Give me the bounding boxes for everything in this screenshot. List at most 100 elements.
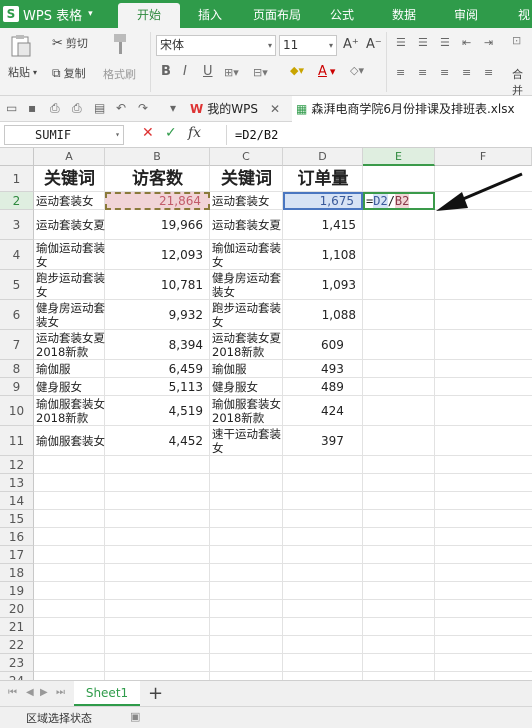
worksheet-grid[interactable]: A B C D E F 1 2 3 4 5 6 7 8 9 10 11 12 13 14 15 16 17 18 19 20 21 2…: [0, 148, 532, 680]
formula-input[interactable]: =D2/B2: [226, 125, 278, 145]
font-color-icon[interactable]: A ▾: [318, 64, 335, 79]
font-size-select[interactable]: 11 ▾: [279, 35, 337, 56]
row-header-24[interactable]: 24: [0, 672, 34, 680]
row-header-21[interactable]: 21: [0, 618, 34, 636]
wps-app-menu[interactable]: S WPS 表格 ▾: [3, 3, 115, 25]
tab-formulas[interactable]: 公式: [320, 0, 364, 28]
table-cell[interactable]: 9,932: [105, 300, 210, 330]
table-cell[interactable]: 8,394: [105, 330, 210, 360]
row-header-9[interactable]: 9: [0, 378, 34, 396]
table-cell[interactable]: 运动套装女: [34, 192, 105, 210]
paste-icon[interactable]: [8, 34, 38, 58]
align-bottom-icon[interactable]: ☰: [440, 36, 450, 49]
table-cell[interactable]: 1,093: [283, 270, 363, 300]
more-icon[interactable]: ▾: [170, 101, 176, 115]
undo-icon[interactable]: ↶: [116, 101, 126, 115]
align-top-icon[interactable]: ☰: [396, 36, 406, 49]
column-header-b[interactable]: B: [105, 148, 210, 166]
open-folder-icon[interactable]: ▭: [6, 101, 17, 115]
font-name-select[interactable]: 宋体 ▾: [156, 35, 276, 56]
table-cell[interactable]: 12,093: [105, 240, 210, 270]
row-header-1[interactable]: 1: [0, 166, 34, 192]
indent-icon[interactable]: ⇤: [462, 36, 471, 49]
column-header-a[interactable]: A: [34, 148, 105, 166]
table-cell[interactable]: 运动套装女夏: [34, 210, 105, 240]
row-header-2[interactable]: 2: [0, 192, 34, 210]
format-painter-button[interactable]: 格式刷: [103, 66, 136, 82]
italic-button[interactable]: I: [183, 64, 187, 79]
table-cell[interactable]: 6,459: [105, 360, 210, 378]
copy-button[interactable]: ⧉ 复制: [52, 65, 86, 81]
paste-button[interactable]: 粘贴 ▾: [8, 64, 37, 80]
row-header-6[interactable]: 6: [0, 300, 34, 330]
table-cell[interactable]: 4,519: [105, 396, 210, 426]
fill-color-icon[interactable]: ◆▾: [290, 64, 304, 77]
borders-icon[interactable]: ⊞▾: [224, 66, 239, 79]
column-header-f[interactable]: F: [435, 148, 532, 166]
table-cell[interactable]: 运动套装女夏2018新款: [34, 330, 105, 360]
add-sheet-icon[interactable]: +: [148, 683, 163, 704]
tab-document[interactable]: ▦ 森湃电商学院6月份排课及排班表.xlsx: [292, 96, 532, 122]
row-header-17[interactable]: 17: [0, 546, 34, 564]
table-cell[interactable]: 489: [283, 378, 363, 396]
table-header-cell[interactable]: 关键词: [34, 166, 105, 192]
macro-icon[interactable]: ▣: [130, 710, 140, 723]
format-painter-icon[interactable]: [108, 32, 132, 56]
table-cell[interactable]: 瑜伽服: [210, 360, 283, 378]
column-header-c[interactable]: C: [210, 148, 283, 166]
tab-review[interactable]: 审阅: [444, 0, 488, 28]
table-header-cell[interactable]: 关键词: [210, 166, 283, 192]
table-cell[interactable]: 10,781: [105, 270, 210, 300]
underline-button[interactable]: U: [203, 64, 213, 79]
align-left-icon[interactable]: ≡: [396, 66, 405, 79]
cancel-icon[interactable]: ✕: [142, 125, 154, 141]
table-cell[interactable]: 瑜伽服: [34, 360, 105, 378]
first-sheet-icon[interactable]: ⏮: [8, 687, 17, 698]
row-header-14[interactable]: 14: [0, 492, 34, 510]
table-cell[interactable]: 瑜伽运动套装女: [210, 240, 283, 270]
align-middle-icon[interactable]: ☰: [418, 36, 428, 49]
close-icon[interactable]: ✕: [270, 96, 280, 122]
row-header-5[interactable]: 5: [0, 270, 34, 300]
align-right-icon[interactable]: ≡: [440, 66, 449, 79]
table-cell[interactable]: 5,113: [105, 378, 210, 396]
justify-icon[interactable]: ≡: [462, 66, 471, 79]
merge-icon[interactable]: ⊡: [512, 34, 521, 47]
clear-format-icon[interactable]: ◇▾: [350, 64, 364, 77]
table-cell[interactable]: 1,108: [283, 240, 363, 270]
table-cell[interactable]: 19,966: [105, 210, 210, 240]
table-cell[interactable]: 跑步运动套装女: [34, 270, 105, 300]
row-header-12[interactable]: 12: [0, 456, 34, 474]
table-cell[interactable]: 健身服女: [34, 378, 105, 396]
row-header-7[interactable]: 7: [0, 330, 34, 360]
bold-button[interactable]: B: [161, 64, 171, 79]
outdent-icon[interactable]: ⇥: [484, 36, 493, 49]
column-header-d[interactable]: D: [283, 148, 363, 166]
row-header-15[interactable]: 15: [0, 510, 34, 528]
distribute-icon[interactable]: ≡: [484, 66, 493, 79]
strike-borders-icon[interactable]: ⊟▾: [253, 66, 268, 79]
table-cell[interactable]: 瑜伽运动套装女: [34, 240, 105, 270]
row-header-10[interactable]: 10: [0, 396, 34, 426]
table-cell[interactable]: 609: [283, 330, 363, 360]
table-cell[interactable]: 健身服女: [210, 378, 283, 396]
table-cell[interactable]: 21,864: [105, 192, 210, 210]
row-header-22[interactable]: 22: [0, 636, 34, 654]
table-cell[interactable]: 运动套装女: [210, 192, 283, 210]
table-cell[interactable]: 397: [283, 426, 363, 456]
table-header-cell[interactable]: 访客数: [105, 166, 210, 192]
table-cell[interactable]: 瑜伽服套装女2018新款: [34, 396, 105, 426]
row-header-23[interactable]: 23: [0, 654, 34, 672]
row-header-13[interactable]: 13: [0, 474, 34, 492]
insert-function-icon[interactable]: fx: [188, 125, 201, 141]
row-header-16[interactable]: 16: [0, 528, 34, 546]
tab-view[interactable]: 视: [512, 0, 532, 28]
table-cell[interactable]: 健身房运动套装女: [210, 270, 283, 300]
align-center-icon[interactable]: ≡: [418, 66, 427, 79]
next-sheet-icon[interactable]: ▶: [40, 687, 48, 698]
tab-page-layout[interactable]: 页面布局: [244, 0, 310, 28]
table-cell[interactable]: 424: [283, 396, 363, 426]
name-box[interactable]: SUMIF ▾: [4, 125, 124, 145]
print-icon[interactable]: ⎙: [72, 101, 82, 116]
table-cell[interactable]: 493: [283, 360, 363, 378]
